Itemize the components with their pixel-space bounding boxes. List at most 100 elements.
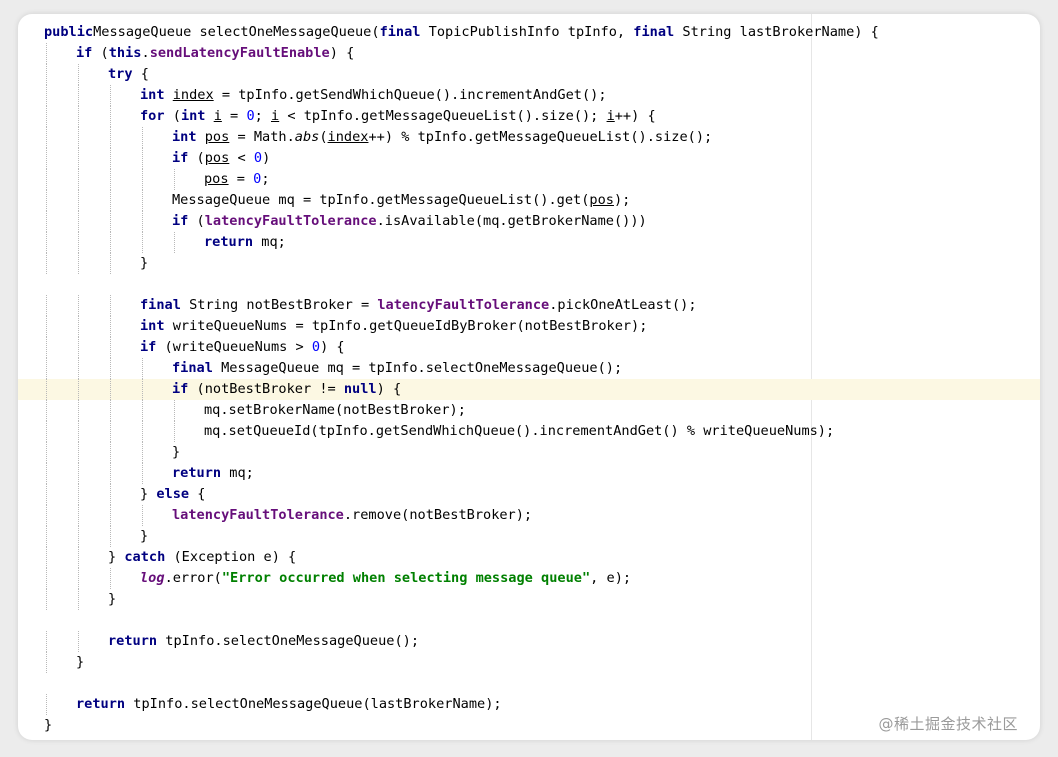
- code-line[interactable]: int pos = Math.abs(index++) % tpInfo.get…: [18, 127, 1040, 148]
- code-line[interactable]: mq.setBrokerName(notBestBroker);: [18, 400, 1040, 421]
- code-token: tpInfo.selectOneMessageQueue(lastBrokerN…: [125, 696, 502, 712]
- code-line[interactable]: if (notBestBroker != null) {: [18, 379, 1040, 400]
- code-token: =: [221, 108, 247, 124]
- indent-guide: [78, 337, 79, 358]
- code-line[interactable]: if (latencyFaultTolerance.isAvailable(mq…: [18, 211, 1040, 232]
- code-token: = tpInfo.getSendWhichQueue().incrementAn…: [213, 87, 607, 103]
- code-token: );: [613, 192, 631, 208]
- code-token: writeQueueNums = tpInfo.getQueueIdByBrok…: [164, 318, 648, 334]
- code-text: if (pos < 0): [172, 148, 270, 169]
- code-line[interactable]: }: [18, 253, 1040, 274]
- indent-guide: [78, 526, 79, 547]
- indent-guide: [142, 232, 143, 253]
- indent-guide: [142, 169, 143, 190]
- indent-guide: [110, 505, 111, 526]
- indent-guide: [110, 295, 111, 316]
- code-area[interactable]: publicMessageQueue selectOneMessageQueue…: [18, 22, 1040, 736]
- code-text: final MessageQueue mq = tpInfo.selectOne…: [172, 358, 622, 379]
- indent-guide: [78, 232, 79, 253]
- indent-guide: [142, 190, 143, 211]
- indent-guide: [78, 211, 79, 232]
- indent-guide: [110, 316, 111, 337]
- code-token: ) {: [329, 45, 355, 61]
- code-token: ++) {: [614, 108, 656, 124]
- code-token: 0: [246, 108, 255, 124]
- code-token: final: [379, 24, 421, 40]
- indent-guide: [78, 463, 79, 484]
- code-token: index: [172, 87, 214, 103]
- code-token: if: [76, 45, 93, 61]
- code-line[interactable]: }: [18, 589, 1040, 610]
- indent-guide: [78, 169, 79, 190]
- code-token: mq;: [221, 465, 254, 481]
- code-line[interactable]: [18, 673, 1040, 694]
- indent-guide: [46, 253, 47, 274]
- code-line[interactable]: [18, 274, 1040, 295]
- indent-guide: [78, 148, 79, 169]
- code-line[interactable]: }: [18, 652, 1040, 673]
- code-token: public: [44, 24, 94, 40]
- indent-guide: [110, 442, 111, 463]
- code-line[interactable]: } else {: [18, 484, 1040, 505]
- code-line[interactable]: return mq;: [18, 463, 1040, 484]
- code-token: try: [108, 66, 133, 82]
- watermark: @稀土掘金技术社区: [878, 715, 1018, 733]
- code-token: sendLatencyFaultEnable: [149, 45, 330, 61]
- code-line[interactable]: return tpInfo.selectOneMessageQueue(last…: [18, 694, 1040, 715]
- code-line[interactable]: for (int i = 0; i < tpInfo.getMessageQue…: [18, 106, 1040, 127]
- code-line[interactable]: [18, 610, 1040, 631]
- code-token: final: [172, 360, 213, 376]
- indent-guide: [46, 169, 47, 190]
- code-line[interactable]: return tpInfo.selectOneMessageQueue();: [18, 631, 1040, 652]
- code-line[interactable]: int index = tpInfo.getSendWhichQueue().i…: [18, 85, 1040, 106]
- code-token: }: [172, 444, 181, 460]
- code-line[interactable]: MessageQueue mq = tpInfo.getMessageQueue…: [18, 190, 1040, 211]
- code-text: return tpInfo.selectOneMessageQueue();: [108, 631, 419, 652]
- code-line[interactable]: try {: [18, 64, 1040, 85]
- code-token: ;: [261, 171, 270, 187]
- code-token: String lastBrokerName) {: [674, 24, 879, 40]
- code-line[interactable]: }: [18, 442, 1040, 463]
- indent-guide: [78, 379, 79, 400]
- code-token: }: [140, 486, 157, 502]
- indent-guide: [78, 106, 79, 127]
- indent-guide: [46, 421, 47, 442]
- code-line[interactable]: if (writeQueueNums > 0) {: [18, 337, 1040, 358]
- code-text: }: [172, 442, 180, 463]
- code-token: int: [180, 108, 206, 124]
- code-editor-panel: publicMessageQueue selectOneMessageQueue…: [18, 14, 1040, 740]
- code-line[interactable]: }: [18, 526, 1040, 547]
- indent-guide: [110, 253, 111, 274]
- code-token: latencyFaultTolerance: [204, 213, 377, 229]
- code-line[interactable]: } catch (Exception e) {: [18, 547, 1040, 568]
- code-line[interactable]: final String notBestBroker = latencyFaul…: [18, 295, 1040, 316]
- indent-guide: [110, 358, 111, 379]
- code-line[interactable]: mq.setQueueId(tpInfo.getSendWhichQueue()…: [18, 421, 1040, 442]
- code-line[interactable]: int writeQueueNums = tpInfo.getQueueIdBy…: [18, 316, 1040, 337]
- code-token: {: [132, 66, 149, 82]
- code-text: for (int i = 0; i < tpInfo.getMessageQue…: [140, 106, 656, 127]
- code-line[interactable]: publicMessageQueue selectOneMessageQueue…: [18, 22, 1040, 43]
- indent-guide: [46, 211, 47, 232]
- indent-guide: [46, 337, 47, 358]
- indent-guide: [46, 295, 47, 316]
- code-line[interactable]: final MessageQueue mq = tpInfo.selectOne…: [18, 358, 1040, 379]
- indent-guide: [110, 211, 111, 232]
- indent-guide: [78, 400, 79, 421]
- indent-guide: [110, 232, 111, 253]
- code-line[interactable]: return mq;: [18, 232, 1040, 253]
- indent-guide: [78, 421, 79, 442]
- indent-guide: [142, 505, 143, 526]
- code-line[interactable]: latencyFaultTolerance.remove(notBestBrok…: [18, 505, 1040, 526]
- indent-guide: [110, 169, 111, 190]
- code-line[interactable]: if (pos < 0): [18, 148, 1040, 169]
- indent-guide: [46, 379, 47, 400]
- code-line[interactable]: log.error("Error occurred when selecting…: [18, 568, 1040, 589]
- code-token: MessageQueue mq = tpInfo.selectOneMessag…: [212, 360, 623, 376]
- code-token: catch: [124, 549, 166, 565]
- code-text: if (latencyFaultTolerance.isAvailable(mq…: [172, 211, 647, 232]
- code-token: i: [271, 108, 280, 124]
- code-line[interactable]: if (this.sendLatencyFaultEnable) {: [18, 43, 1040, 64]
- code-token: < tpInfo.getMessageQueueList().size();: [279, 108, 607, 124]
- code-line[interactable]: pos = 0;: [18, 169, 1040, 190]
